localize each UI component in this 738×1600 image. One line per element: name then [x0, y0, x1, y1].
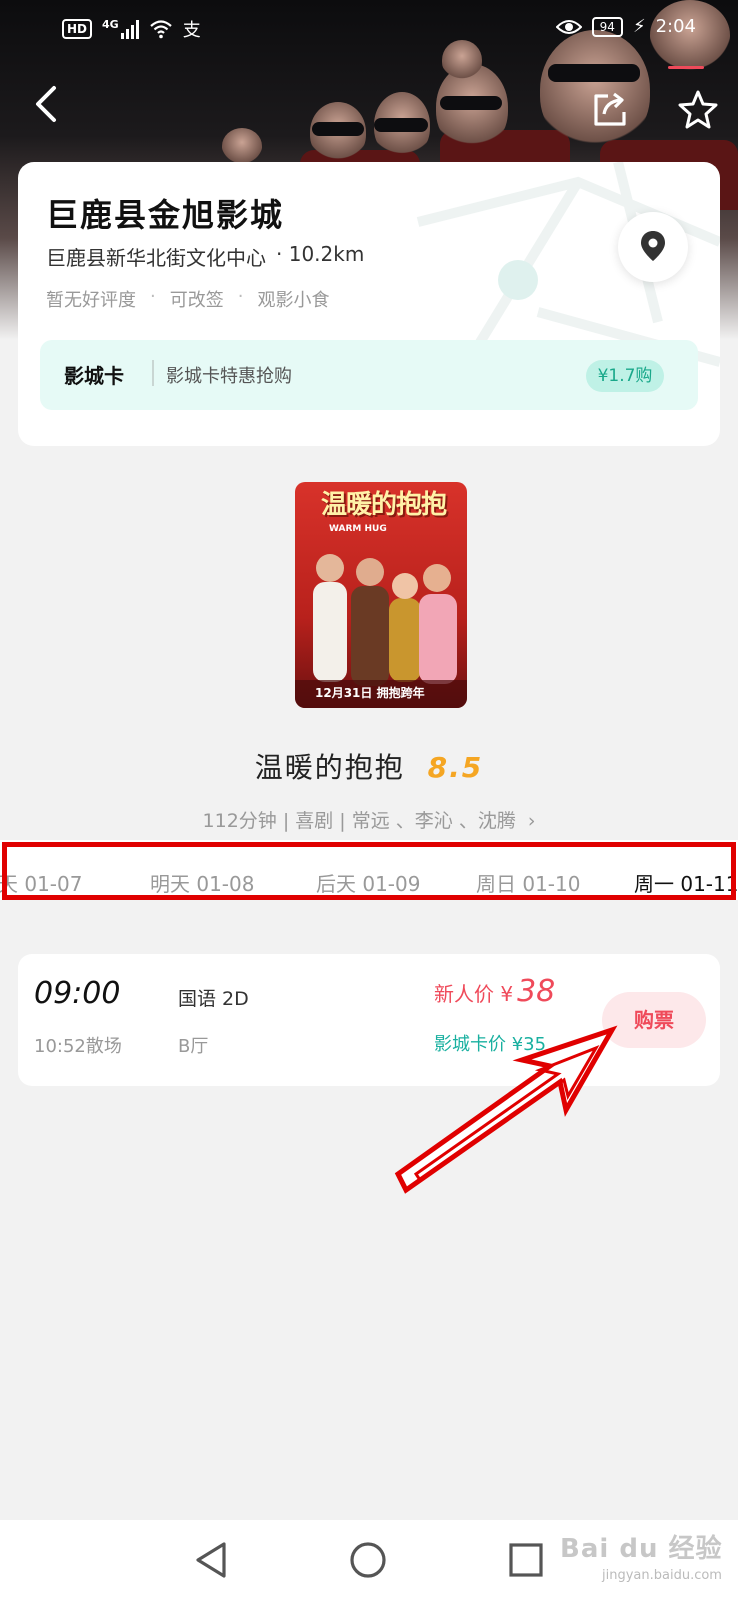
nav-home-icon[interactable] — [346, 1538, 390, 1582]
clock: 2:04 — [655, 16, 696, 37]
movie-title: 温暖的抱抱 — [254, 751, 405, 784]
session-start-time: 09:00 — [34, 976, 121, 1011]
session-end-time: 10:52散场 — [34, 1036, 122, 1057]
movie-title-row[interactable]: 温暖的抱抱 8.5 — [0, 746, 738, 786]
promo-divider — [152, 360, 154, 386]
chevron-right-icon: › — [527, 810, 536, 832]
cinema-card-promo[interactable]: 影城卡 影城卡特惠抢购 ¥1.7购 — [40, 340, 698, 410]
nav-back-icon[interactable] — [190, 1538, 234, 1582]
session-row[interactable]: 09:00 10:52散场 国语 2D B厅 新人价 ¥38 影城卡价 ¥35 … — [18, 954, 720, 1086]
tag-rating: 暂无好评度 — [46, 290, 136, 311]
tag-refund: 可改签 — [169, 290, 224, 311]
eye-icon — [555, 19, 582, 34]
buy-ticket-button[interactable]: 购票 — [602, 992, 706, 1048]
star-icon[interactable] — [676, 88, 720, 132]
address-text: 巨鹿县新华北街文化中心 — [46, 246, 266, 270]
nav-recents-icon[interactable] — [504, 1538, 548, 1582]
tab-date-0111[interactable]: 周一 01-11 — [634, 868, 738, 897]
map-pin-icon — [641, 231, 665, 261]
active-tab-indicator — [668, 66, 704, 69]
baidu-watermark-url: jingyan.baidu.com — [602, 1568, 722, 1583]
wifi-icon — [149, 20, 172, 39]
cinema-tags: 暂无好评度 · 可改签 · 观影小食 — [46, 286, 330, 311]
battery-icon: 94 — [591, 16, 623, 37]
tab-date-0107[interactable]: 今天 01-07 — [0, 868, 82, 897]
status-bar: HD 4G 支 94 ⚡ 2:04 — [0, 0, 738, 58]
baidu-watermark: Bai du 经验 — [560, 1534, 723, 1564]
session-language: 国语 2D — [178, 988, 249, 1010]
movie-score: 8.5 — [427, 751, 484, 784]
promo-buy-button[interactable]: ¥1.7购 — [586, 360, 664, 392]
new-user-price: 新人价 ¥38 — [434, 974, 555, 1009]
tag-snacks: 观影小食 — [257, 290, 330, 311]
poster-release-date: 12月31日 拥抱跨年 — [315, 686, 425, 700]
tab-date-0109[interactable]: 后天 01-09 — [316, 868, 420, 897]
new-user-price-value: 38 — [517, 974, 556, 1009]
alipay-icon: 支 — [182, 20, 201, 41]
poster-en-title: WARM HUG — [329, 524, 387, 534]
network-label: 4G — [102, 17, 119, 31]
cinema-name: 巨鹿县金旭影城 — [46, 196, 285, 234]
tab-date-0108[interactable]: 明天 01-08 — [150, 868, 254, 897]
cinema-info-card: 巨鹿县金旭影城 巨鹿县新华北街文化中心 · 10.2km 暂无好评度 · 可改签… — [18, 162, 720, 446]
back-icon[interactable] — [28, 82, 68, 126]
cinema-address: 巨鹿县新华北街文化中心 · 10.2km — [46, 242, 364, 271]
session-hall: B厅 — [178, 1036, 209, 1057]
movie-meta[interactable]: 112分钟 | 喜剧 | 常远 、李沁 、沈腾 › — [0, 806, 738, 833]
promo-description: 影城卡特惠抢购 — [166, 366, 292, 387]
hd-badge: HD — [62, 19, 93, 39]
date-tabs: 今天 01-07 明天 01-08 后天 01-09 周日 01-10 周一 0… — [0, 840, 738, 900]
movie-poster[interactable]: 温暖的抱抱 WARM HUG 12月31日 拥抱跨年 — [295, 482, 467, 708]
card-price: 影城卡价 ¥35 — [434, 1034, 547, 1055]
signal-icon — [120, 19, 139, 39]
new-user-price-label: 新人价 ¥ — [434, 982, 514, 1006]
promo-title: 影城卡 — [64, 364, 124, 388]
movie-meta-text: 112分钟 | 喜剧 | 常远 、李沁 、沈腾 — [202, 810, 516, 832]
distance-text: · 10.2km — [276, 242, 365, 266]
tab-date-0110[interactable]: 周日 01-10 — [476, 868, 580, 897]
location-button[interactable] — [618, 212, 688, 282]
charging-icon: ⚡ — [632, 16, 646, 37]
poster-title: 温暖的抱抱 — [321, 490, 447, 520]
share-icon[interactable] — [590, 90, 630, 130]
